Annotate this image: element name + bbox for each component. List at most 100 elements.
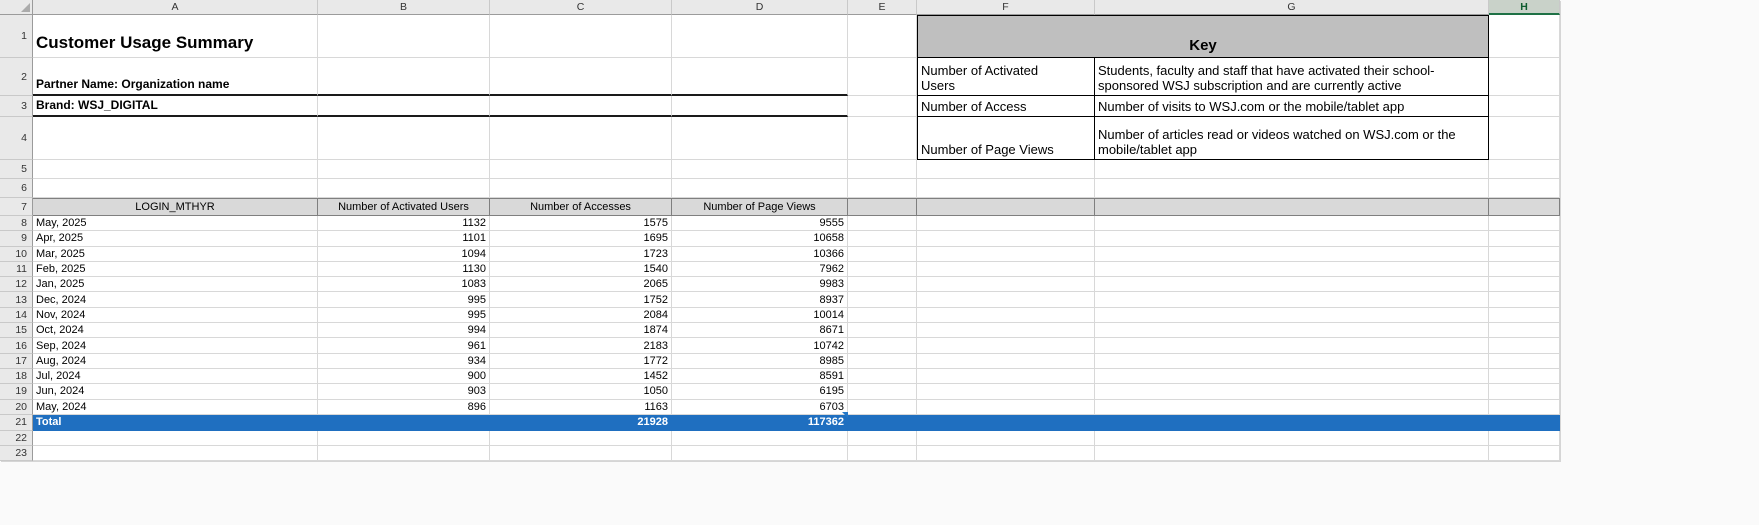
cell[interactable] bbox=[1489, 117, 1560, 160]
row-header-14[interactable]: 14 bbox=[0, 307, 33, 324]
partner-name-cell[interactable]: Partner Name: Organization name bbox=[33, 58, 318, 96]
cell[interactable] bbox=[917, 261, 1095, 278]
cell-month[interactable]: Feb, 2025 bbox=[33, 261, 318, 278]
cell[interactable] bbox=[1095, 231, 1489, 247]
cell-accesses[interactable]: 1772 bbox=[490, 353, 672, 369]
cell-activated[interactable]: 961 bbox=[318, 338, 490, 354]
cell[interactable] bbox=[917, 353, 1095, 369]
cell[interactable] bbox=[1095, 179, 1489, 198]
cell[interactable] bbox=[1489, 58, 1560, 96]
cell[interactable] bbox=[490, 96, 672, 117]
row-header-19[interactable]: 19 bbox=[0, 384, 33, 400]
row-header-1[interactable]: 1 bbox=[0, 15, 33, 58]
cell[interactable] bbox=[1095, 384, 1489, 400]
cell[interactable] bbox=[672, 96, 848, 117]
cell[interactable] bbox=[917, 368, 1095, 385]
row-header-22[interactable]: 22 bbox=[0, 430, 33, 446]
cell[interactable] bbox=[318, 179, 490, 198]
cell[interactable] bbox=[917, 338, 1095, 354]
cell-views[interactable]: 8985 bbox=[672, 353, 848, 369]
cell[interactable] bbox=[318, 96, 490, 117]
cell-accesses[interactable]: 1575 bbox=[490, 216, 672, 232]
cell[interactable] bbox=[848, 399, 917, 415]
cell-views[interactable]: 8591 bbox=[672, 368, 848, 385]
cell[interactable] bbox=[672, 117, 848, 160]
row-header-17[interactable]: 17 bbox=[0, 353, 33, 369]
cell-activated[interactable]: 1132 bbox=[318, 216, 490, 232]
cell[interactable] bbox=[1095, 445, 1489, 461]
cell[interactable] bbox=[848, 198, 917, 216]
row-header-23[interactable]: 23 bbox=[0, 445, 33, 461]
cell[interactable] bbox=[1489, 216, 1560, 232]
cell[interactable] bbox=[33, 430, 318, 446]
cell[interactable] bbox=[917, 231, 1095, 247]
header-page-views[interactable]: Number of Page Views bbox=[672, 198, 848, 216]
cell[interactable] bbox=[848, 445, 917, 461]
cell[interactable] bbox=[917, 414, 1095, 431]
cell[interactable] bbox=[848, 353, 917, 369]
row-header-13[interactable]: 13 bbox=[0, 292, 33, 308]
cell-month[interactable]: Nov, 2024 bbox=[33, 307, 318, 324]
cell[interactable] bbox=[1095, 323, 1489, 339]
cell-month[interactable]: Jan, 2025 bbox=[33, 277, 318, 293]
row-header-7[interactable]: 7 bbox=[0, 198, 33, 216]
cell-activated[interactable]: 900 bbox=[318, 368, 490, 385]
cell[interactable] bbox=[917, 277, 1095, 293]
cell[interactable] bbox=[848, 430, 917, 446]
cell-month[interactable]: Apr, 2025 bbox=[33, 231, 318, 247]
cell-accesses[interactable]: 2065 bbox=[490, 277, 672, 293]
cell-activated[interactable]: 1083 bbox=[318, 277, 490, 293]
cell[interactable] bbox=[318, 15, 490, 58]
row-header-15[interactable]: 15 bbox=[0, 323, 33, 339]
cell[interactable] bbox=[1489, 368, 1560, 385]
cell-views[interactable]: 10658 bbox=[672, 231, 848, 247]
cell[interactable] bbox=[1095, 292, 1489, 308]
column-header-C[interactable]: C bbox=[490, 0, 672, 15]
cell[interactable] bbox=[848, 160, 917, 179]
cell[interactable] bbox=[917, 246, 1095, 262]
cell[interactable] bbox=[1095, 277, 1489, 293]
cell[interactable] bbox=[1489, 292, 1560, 308]
cell[interactable] bbox=[1095, 353, 1489, 369]
cell-total-activated[interactable] bbox=[318, 414, 490, 431]
cell-activated[interactable]: 1130 bbox=[318, 261, 490, 278]
cell-views[interactable]: 6703 bbox=[672, 399, 848, 418]
cell[interactable] bbox=[848, 261, 917, 278]
cell[interactable] bbox=[848, 231, 917, 247]
cell-month[interactable]: Jun, 2024 bbox=[33, 384, 318, 400]
cell[interactable] bbox=[1489, 231, 1560, 247]
cell-views[interactable]: 10366 bbox=[672, 246, 848, 262]
cell-month[interactable]: Oct, 2024 bbox=[33, 323, 318, 339]
column-header-E[interactable]: E bbox=[848, 0, 917, 15]
cell[interactable] bbox=[318, 160, 490, 179]
row-header-21[interactable]: 21 bbox=[0, 414, 33, 431]
cell[interactable] bbox=[1095, 399, 1489, 415]
row-header-11[interactable]: 11 bbox=[0, 261, 33, 278]
row-header-4[interactable]: 4 bbox=[0, 117, 33, 160]
key-term-page-views[interactable]: Number of Page Views bbox=[917, 117, 1095, 160]
cell[interactable] bbox=[672, 445, 848, 461]
cell-accesses[interactable]: 1050 bbox=[490, 384, 672, 400]
cell[interactable] bbox=[1095, 414, 1489, 431]
row-header-3[interactable]: 3 bbox=[0, 96, 33, 117]
cell-month[interactable]: Dec, 2024 bbox=[33, 292, 318, 308]
select-all-button[interactable] bbox=[0, 0, 33, 15]
row-header-18[interactable]: 18 bbox=[0, 368, 33, 385]
cell[interactable] bbox=[848, 246, 917, 262]
cell-month[interactable]: Aug, 2024 bbox=[33, 353, 318, 369]
row-header-9[interactable]: 9 bbox=[0, 231, 33, 247]
cell-activated[interactable]: 995 bbox=[318, 292, 490, 308]
cell-total-views[interactable]: 117362 bbox=[672, 414, 848, 431]
cell[interactable] bbox=[917, 179, 1095, 198]
cell-views[interactable]: 6195 bbox=[672, 384, 848, 400]
cell-accesses[interactable]: 1695 bbox=[490, 231, 672, 247]
cell[interactable] bbox=[848, 384, 917, 400]
cell[interactable] bbox=[490, 160, 672, 179]
cell[interactable] bbox=[917, 430, 1095, 446]
cell-activated[interactable]: 994 bbox=[318, 323, 490, 339]
cell[interactable] bbox=[672, 430, 848, 446]
cell[interactable] bbox=[490, 430, 672, 446]
cell-total-accesses[interactable]: 21928 bbox=[490, 414, 672, 431]
cell[interactable] bbox=[1489, 160, 1560, 179]
cell[interactable] bbox=[917, 445, 1095, 461]
